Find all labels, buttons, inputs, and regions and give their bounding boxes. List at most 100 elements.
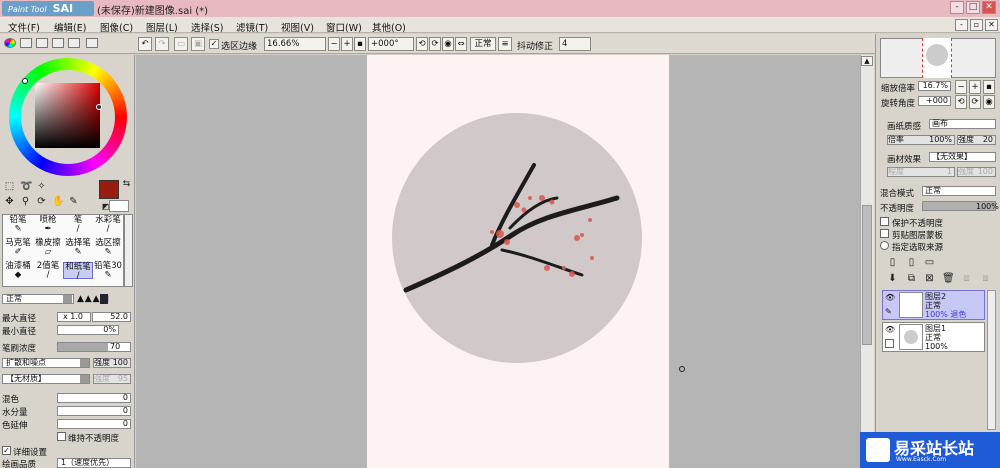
tool-watercolor[interactable]: 水彩笔 / — [93, 216, 123, 234]
detail-settings-checkbox[interactable]: ✓ — [2, 446, 11, 455]
layer-item-layer2[interactable]: 👁 ✎ 图层2 正常 100% 退色 — [882, 290, 985, 320]
rotate-right-icon[interactable]: ⟳ — [429, 37, 441, 51]
stabilizer-icon[interactable]: ≡ — [498, 37, 512, 51]
shape-strength-field[interactable]: 强度 100 — [93, 358, 131, 368]
layer2-brush-icon[interactable]: ✎ — [885, 307, 895, 317]
paper-strength-field[interactable]: 强度 20 — [957, 135, 996, 145]
menu-view[interactable]: 视图(V) — [281, 20, 314, 34]
layer-item-layer1[interactable]: 👁 图层1 正常 100% — [882, 322, 985, 352]
selection-source-radio[interactable] — [880, 241, 889, 250]
nav-zoom-reset-icon[interactable]: ▪ — [983, 80, 995, 94]
keep-opacity-checkbox[interactable] — [57, 432, 66, 441]
primary-color-swatch[interactable] — [99, 180, 119, 199]
tool-pen[interactable]: 笔 / — [63, 216, 93, 234]
nav-rotate-right-icon[interactable]: ⟳ — [969, 95, 981, 109]
saturation-value-square[interactable] — [35, 83, 100, 148]
marquee-select-icon[interactable]: ⬚ — [4, 181, 15, 192]
doc-restore-icon[interactable]: ▫ — [970, 19, 983, 31]
tool-pencil[interactable]: 铅笔 ✎ — [3, 216, 33, 234]
menu-select[interactable]: 选择(S) — [191, 20, 223, 34]
layer2-visibility-icon[interactable]: 👁 — [885, 293, 895, 303]
nav-rotate-reset-icon[interactable]: ◉ — [983, 95, 995, 109]
menu-file[interactable]: 文件(F) — [8, 20, 40, 34]
tool-eraser[interactable]: 橡皮擦 ▱ — [33, 239, 63, 257]
scroll-up-icon[interactable]: ▲ — [861, 56, 873, 66]
deselect-icon[interactable]: ▭ — [174, 37, 188, 51]
menu-layer[interactable]: 图层(L) — [146, 20, 178, 34]
layer-apply-mask-icon[interactable]: ⧈ — [961, 273, 972, 284]
minimize-button[interactable]: - — [950, 1, 964, 14]
effect-strength-field[interactable]: 强度 100 — [957, 167, 996, 177]
persistence-value[interactable]: 0 — [57, 419, 131, 429]
rotation-field[interactable]: +000° — [368, 37, 414, 51]
tool-binary-pen[interactable]: 2值笔 / — [33, 262, 63, 280]
close-button[interactable]: ✕ — [982, 1, 996, 14]
select-edge-checkbox[interactable]: ✓ — [209, 39, 219, 49]
lasso-icon[interactable]: ➰ — [20, 181, 32, 192]
layer1-visibility-icon[interactable]: 👁 — [885, 325, 895, 335]
magic-wand-icon[interactable]: ✧ — [36, 181, 47, 192]
layer-delete-mask-icon[interactable]: ⧈ — [980, 273, 991, 284]
eyedropper-icon[interactable]: ✎ — [68, 196, 79, 207]
stabilizer-select[interactable]: 4 — [559, 37, 591, 51]
paper-effect-select[interactable]: 【无效果】 — [929, 152, 996, 162]
tool-bucket[interactable]: 油漆桶 ◆ — [3, 262, 33, 280]
paper-scale-field[interactable]: 倍率 100% — [887, 135, 955, 145]
blend-mode-button[interactable]: 正常 — [470, 37, 496, 51]
undo-icon[interactable]: ↶ — [138, 37, 152, 51]
layer-blend-select[interactable]: 正常 — [922, 186, 996, 196]
swatch-tab-icon[interactable] — [52, 38, 64, 48]
scratch-tab-icon[interactable] — [86, 38, 98, 48]
tool-palette-scrollbar[interactable] — [124, 214, 133, 287]
zoom-tool-icon[interactable]: ⚲ — [20, 196, 31, 207]
min-size-value[interactable]: 0% — [57, 325, 119, 335]
rotate-reset-icon[interactable]: ◉ — [442, 37, 454, 51]
delete-layer-icon[interactable]: 🗑 — [942, 273, 955, 284]
menu-edit[interactable]: 编辑(E) — [54, 20, 86, 34]
zoom-out-icon[interactable]: − — [328, 37, 340, 51]
layer-list-scrollbar[interactable] — [987, 290, 996, 430]
tool-select-eraser[interactable]: 选区擦 ✎ — [93, 239, 123, 257]
secondary-color-swatch[interactable] — [109, 200, 129, 212]
new-layer-icon[interactable]: ▯ — [887, 257, 898, 268]
clip-mask-checkbox[interactable] — [880, 229, 889, 238]
rgb-slider-tab-icon[interactable] — [20, 38, 32, 48]
quality-select[interactable]: 1（速度优先） — [57, 458, 131, 468]
zoom-reset-icon[interactable]: ▪ — [354, 37, 366, 51]
sv-picker-handle[interactable] — [96, 104, 102, 110]
color-wheel-tab-icon[interactable] — [4, 38, 16, 48]
nav-zoom-out-icon[interactable]: − — [955, 80, 967, 94]
hue-picker-handle[interactable] — [22, 78, 28, 84]
effect-depth-field[interactable]: 程度 1 — [887, 167, 955, 177]
hsv-slider-tab-icon[interactable] — [36, 38, 48, 48]
tool-washi-pen[interactable]: 和纸笔 / — [63, 262, 93, 281]
max-size-value[interactable]: 52.0 — [92, 312, 131, 322]
tool-marker[interactable]: 马克笔 ✐ — [3, 239, 33, 257]
brush-texture-dropdown-icon[interactable] — [80, 375, 89, 383]
menu-image[interactable]: 图像(C) — [100, 20, 133, 34]
tool-airbrush[interactable]: 喷枪 ✒ — [33, 216, 63, 234]
menu-window[interactable]: 窗口(W) — [326, 20, 362, 34]
scroll-thumb[interactable] — [862, 205, 872, 345]
brush-shape-dropdown-icon[interactable] — [80, 359, 89, 367]
nav-zoom-in-icon[interactable]: + — [969, 80, 981, 94]
redo-icon[interactable]: ↷ — [155, 37, 169, 51]
brush-texture-select[interactable]: 【无材质】 — [2, 374, 90, 384]
doc-close-icon[interactable]: ✕ — [985, 19, 998, 31]
layer-transfer-icon[interactable]: ⬇ — [887, 273, 898, 284]
move-icon[interactable]: ✥ — [4, 196, 15, 207]
doc-minimize-icon[interactable]: - — [955, 19, 968, 31]
layer1-lock-box[interactable] — [885, 339, 894, 348]
zoom-field[interactable]: 16.66% — [264, 37, 326, 51]
texture-strength-field[interactable]: 强度 95 — [93, 374, 131, 384]
layer-clear-icon[interactable]: ⊠ — [924, 273, 935, 284]
transparent-color-icon[interactable]: ◩ — [100, 201, 111, 212]
brush-mode-dropdown-icon[interactable] — [63, 295, 72, 303]
blend-value[interactable]: 0 — [57, 393, 131, 403]
layer-merge-icon[interactable]: ⧉ — [906, 273, 917, 284]
rotate-left-icon[interactable]: ⟲ — [416, 37, 428, 51]
mixer-tab-icon[interactable] — [68, 38, 80, 48]
invert-selection-icon[interactable]: ▣ — [191, 37, 205, 51]
nav-rotate-left-icon[interactable]: ⟲ — [955, 95, 967, 109]
zoom-in-icon[interactable]: + — [341, 37, 353, 51]
